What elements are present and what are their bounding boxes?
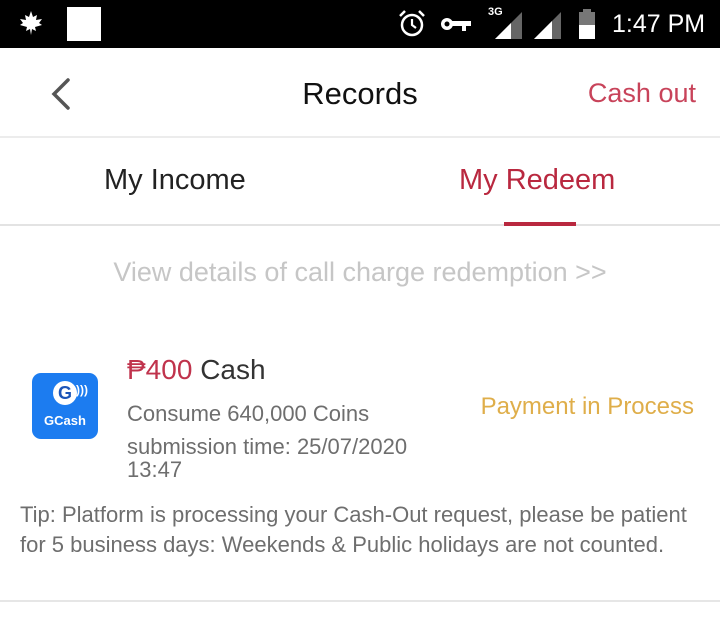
record-coins-consumed: Consume 640,000 Coins [127,401,370,426]
gcash-logo-label: GCash [44,413,86,428]
gcash-g-mark: G [32,381,98,405]
gcash-logo-icon: G ))) GCash [32,373,98,439]
vpn-key-icon [441,18,471,31]
gcash-waves: ))) [76,383,88,397]
record-tip: Tip: Platform is processing your Cash-Ou… [20,502,687,557]
status-bar: 3G 1:47 PM [0,0,720,48]
alarm-icon [399,10,425,37]
active-tab-indicator [504,222,576,226]
notification-box-icon [67,7,101,41]
signal-3g-icon [495,12,522,39]
redeem-record[interactable]: G ))) GCash ₱400 Cash Consume 640,000 Co… [0,340,720,602]
maple-leaf-icon [20,11,42,35]
view-call-charge-details-link[interactable]: View details of call charge redemption >… [0,257,720,288]
app-bar: Records Cash out [0,48,720,138]
status-badge: Payment in Process [480,393,694,420]
record-amount-unit: Cash [200,354,266,385]
battery-icon [579,9,595,39]
clock: 1:47 PM [612,10,706,38]
record-submission-time: submission time: 25/07/2020 13:47 [127,434,408,482]
tab-my-redeem[interactable]: My Redeem [459,164,615,197]
record-amount: ₱400 Cash [127,354,266,386]
cash-out-button[interactable]: Cash out [588,78,696,109]
tab-my-income[interactable]: My Income [104,164,246,197]
tab-bar: My Income My Redeem [0,138,720,226]
signal-icon [534,12,561,39]
record-amount-value: ₱400 [127,354,193,385]
